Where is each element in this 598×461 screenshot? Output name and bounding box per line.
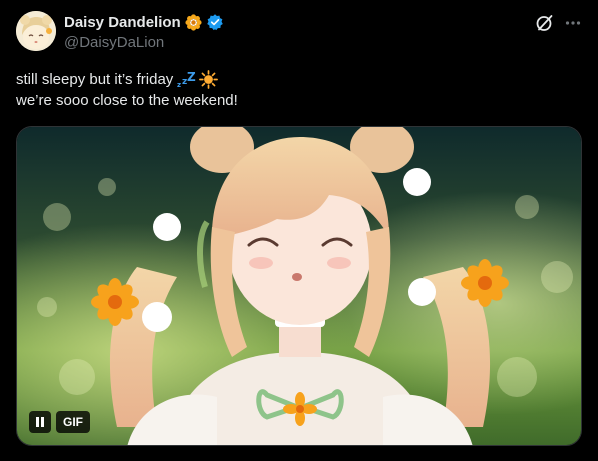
svg-text:Z: Z — [187, 71, 196, 84]
pause-button[interactable] — [29, 411, 51, 433]
post-text: still sleepy but it’s friday z z Z we’re… — [16, 69, 576, 111]
grok-button[interactable] — [534, 12, 556, 34]
handle[interactable]: @DaisyDaLion — [64, 34, 224, 51]
verified-badge-icon[interactable] — [206, 13, 224, 31]
gif-image — [17, 127, 581, 445]
top-actions — [534, 12, 584, 34]
avatar-image — [16, 11, 56, 51]
grok-icon — [536, 15, 553, 31]
svg-text:z: z — [177, 81, 181, 89]
post-line-1-text: still sleepy but it’s friday — [16, 71, 174, 88]
zzz-emoji: z z Z — [176, 71, 196, 89]
gif-media[interactable]: GIF — [16, 126, 582, 446]
gif-badge: GIF — [56, 411, 90, 433]
post: Daisy Dandelion @DaisyDaLion still sleep… — [0, 0, 598, 461]
name-row: Daisy Dandelion — [64, 12, 224, 32]
sun-emoji — [199, 70, 219, 89]
post-line-2: we’re sooo close to the weekend! — [16, 92, 238, 109]
post-header: Daisy Dandelion @DaisyDaLion — [64, 12, 224, 51]
avatar[interactable] — [16, 11, 56, 51]
display-name[interactable]: Daisy Dandelion — [64, 14, 181, 31]
more-icon — [565, 21, 581, 25]
pause-icon — [36, 417, 44, 427]
gif-controls: GIF — [29, 411, 90, 433]
post-line-1: still sleepy but it’s friday z z Z — [16, 69, 576, 90]
more-button[interactable] — [562, 12, 584, 34]
flower-icon — [185, 13, 202, 31]
